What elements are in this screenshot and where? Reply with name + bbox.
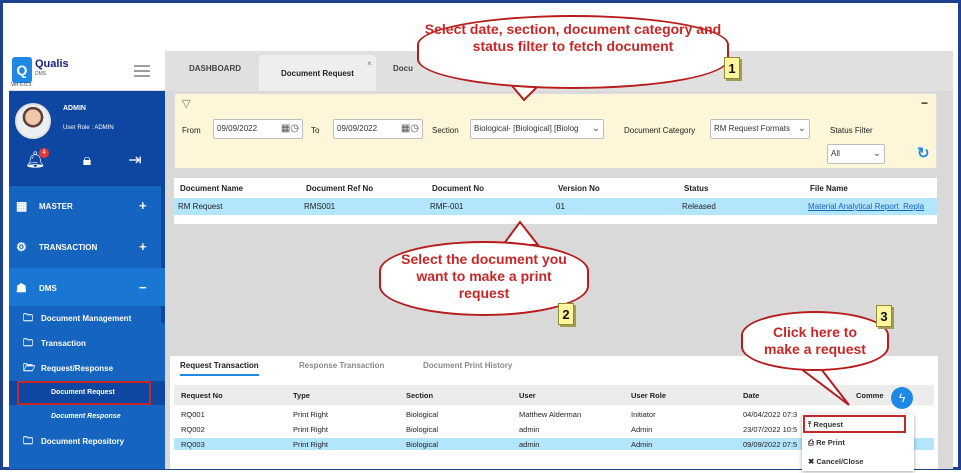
- step-2-tag: 2: [558, 303, 574, 325]
- window-frame: × Q Qualis DMS Ver 6.0.3 ADMIN User Role…: [0, 0, 961, 471]
- callout-3: Click here to make a request: [741, 311, 889, 371]
- callout-1: Select date, section, document category …: [417, 15, 729, 89]
- callout-3-pointer: [793, 364, 850, 406]
- step-3-tag: 3: [876, 305, 892, 327]
- step-1-tag: 1: [724, 57, 740, 79]
